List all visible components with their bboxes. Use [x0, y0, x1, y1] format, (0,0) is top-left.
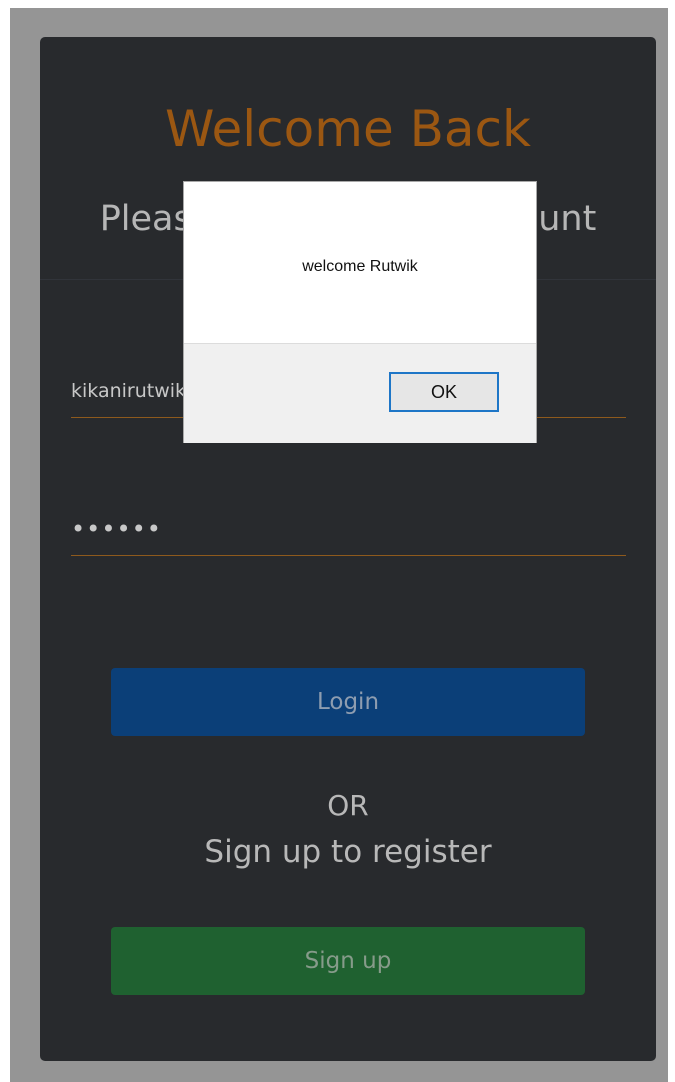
login-button[interactable]: Login [111, 668, 585, 736]
or-divider-text: OR [327, 789, 369, 822]
alert-message: welcome Rutwik [302, 258, 418, 275]
ok-button[interactable]: OK [389, 372, 499, 412]
signup-button[interactable]: Sign up [111, 927, 585, 995]
register-prompt: Sign up to register [204, 834, 492, 870]
dialog-footer: OK [184, 343, 536, 443]
alert-dialog: welcome Rutwik OK [183, 181, 537, 443]
password-field[interactable] [71, 503, 626, 556]
page-title: Welcome Back [165, 100, 531, 158]
